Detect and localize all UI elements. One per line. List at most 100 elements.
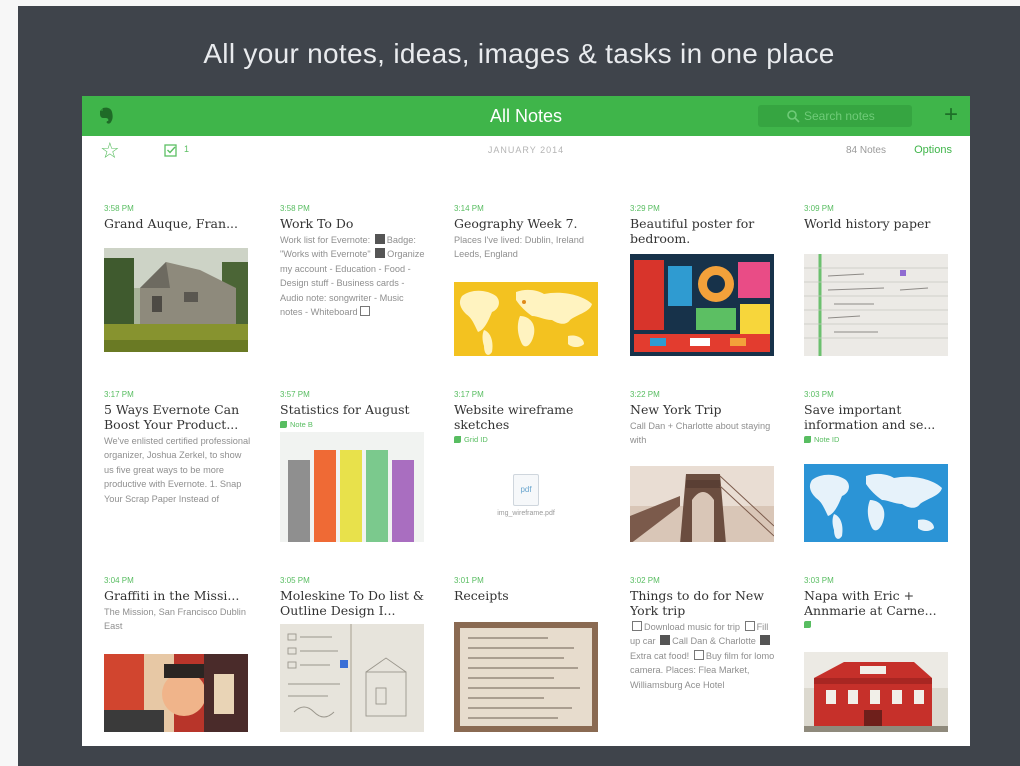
colorful-poster-image [630,254,774,356]
note-time: 3:05 PM [280,576,310,585]
search-placeholder: Search notes [804,109,875,123]
note-card[interactable]: 3:22 PM New York Trip Call Dan + Charlot… [630,390,778,542]
checkbox-checked[interactable] [660,635,671,646]
bridge-photo [630,466,774,542]
graffiti-photo [104,654,248,732]
tag-label: Grid ID [464,435,488,444]
note-card[interactable]: 3:09 PM World history paper [804,204,952,356]
note-card[interactable]: 3:03 PM Save important information and s… [804,390,952,542]
checkbox-checked[interactable] [760,635,771,646]
note-card[interactable]: 3:03 PM Napa with Eric + Annmarie at Car… [804,576,952,736]
note-time: 3:29 PM [630,204,660,213]
pdf-file-icon: pdf [513,474,539,506]
note-snippet: Work list for Evernote: Badge: "Works wi… [280,233,428,319]
note-time: 3:58 PM [104,204,134,213]
note-time: 3:01 PM [454,576,484,585]
note-title: New York Trip [630,402,722,417]
note-snippet-line: Call Dan & Charlotte [672,636,756,647]
note-snippet: We've enlisted certified professional or… [104,436,251,504]
note-card[interactable]: 3:01 PM Receipts [454,576,602,736]
app-window: All Notes Search notes + ☆ 1 JANUARY 201… [82,96,970,746]
checkbox-unchecked[interactable] [632,621,642,631]
checkbox-checked[interactable] [375,248,386,259]
note-title: Napa with Eric + Annmarie at Carne... [804,588,937,618]
note-time: 3:57 PM [280,390,310,399]
tag-label: Note B [290,420,313,429]
note-time: 3:04 PM [104,576,134,585]
note-snippet: Call Dan + Charlotte about staying with [630,421,771,446]
attachment-filename: img_wireframe.pdf [497,510,555,517]
pdf-attachment[interactable]: pdf img_wireframe.pdf [454,474,598,517]
note-tag: Note ID [804,435,952,444]
note-snippet: Places I've lived: Dublin, Ireland Leeds… [454,235,584,260]
checkbox-unchecked[interactable] [693,649,704,660]
checkbox-checked[interactable] [374,234,385,244]
note-title: Graffiti in the Missi... [104,588,240,603]
note-time: 3:09 PM [804,204,834,213]
note-title: Save important information and se... [804,402,936,432]
note-card[interactable]: 3:58 PM Work To Do Work list for Evernot… [280,204,428,356]
note-snippet-line: Work list for Evernote: [280,235,371,245]
note-tag: Note B [280,420,428,429]
note-title: Statistics for August [280,402,410,417]
options-link[interactable]: Options [914,144,952,156]
red-building-photo [804,652,948,732]
note-title: Moleskine To Do list & Outline Design I.… [280,588,425,618]
note-card[interactable]: 3:29 PM Beautiful poster for bedroom. [630,204,778,356]
handwritten-paper-image [804,254,948,356]
note-card[interactable]: 3:58 PM Grand Auque, Fran... [104,204,252,356]
note-time: 3:17 PM [104,390,134,399]
new-note-button[interactable]: + [944,102,958,128]
note-title: Work To Do [280,216,354,231]
note-snippet-line: Extra cat food! [630,650,690,661]
checkbox-unchecked[interactable] [359,306,370,317]
note-snippet-line: Download music for trip [644,622,740,632]
sketchbook-photo [280,624,424,732]
promo-headline: All your notes, ideas, images & tasks in… [203,38,835,69]
note-title: Website wireframe sketches [454,402,574,432]
checkbox-unchecked[interactable] [744,621,755,631]
note-tag [804,621,952,628]
note-title: 5 Ways Evernote Can Boost Your Product..… [104,402,240,432]
note-title: Grand Auque, Fran... [104,216,238,231]
note-title: Things to do for New York trip [630,588,764,618]
note-card[interactable]: 3:17 PM 5 Ways Evernote Can Boost Your P… [104,390,252,542]
tag-icon [804,436,811,443]
note-card[interactable]: 3:02 PM Things to do for New York trip D… [630,576,778,736]
search-field[interactable]: Search notes [758,105,912,127]
sub-toolbar: ☆ 1 JANUARY 2014 84 Notes Options [82,136,970,166]
search-icon [787,110,800,123]
top-bar: All Notes Search notes + [82,96,970,136]
bar-chart-image [280,432,424,542]
note-count: 84 Notes [845,145,886,156]
receipt-photo [454,622,598,732]
note-card[interactable]: 3:14 PM Geography Week 7. Places I've li… [454,204,602,356]
tag-icon [280,421,287,428]
promo-background: All your notes, ideas, images & tasks in… [18,6,1020,766]
world-map-image [454,282,598,356]
note-title: Beautiful poster for bedroom. [630,216,755,246]
world-map-image [804,464,948,542]
note-time: 3:03 PM [804,576,834,585]
tag-icon [454,436,461,443]
note-card[interactable]: 3:17 PM Website wireframe sketches Grid … [454,390,602,542]
note-card[interactable]: 3:04 PM Graffiti in the Missi... The Mis… [104,576,252,736]
note-time: 3:17 PM [454,390,484,399]
note-time: 3:22 PM [630,390,660,399]
tag-label: Note ID [814,435,840,444]
note-card[interactable]: 3:57 PM Statistics for August Note B [280,390,428,542]
note-snippet: Download music for trip Fill up car Call… [630,620,778,692]
note-time: 3:58 PM [280,204,310,213]
note-title: World history paper [804,216,931,231]
note-title: Geography Week 7. [454,216,578,231]
note-snippet-line: Organize my account - Education - Food -… [280,249,425,318]
tag-icon [804,621,811,628]
note-tag: Grid ID [454,435,602,444]
note-card[interactable]: 3:05 PM Moleskine To Do list & Outline D… [280,576,428,736]
note-time: 3:03 PM [804,390,834,399]
note-time: 3:14 PM [454,204,484,213]
month-label: JANUARY 2014 [487,145,565,155]
note-title: Receipts [454,588,509,603]
barn-photo [104,248,248,352]
note-snippet: The Mission, San Francisco Dublin East [104,607,246,632]
